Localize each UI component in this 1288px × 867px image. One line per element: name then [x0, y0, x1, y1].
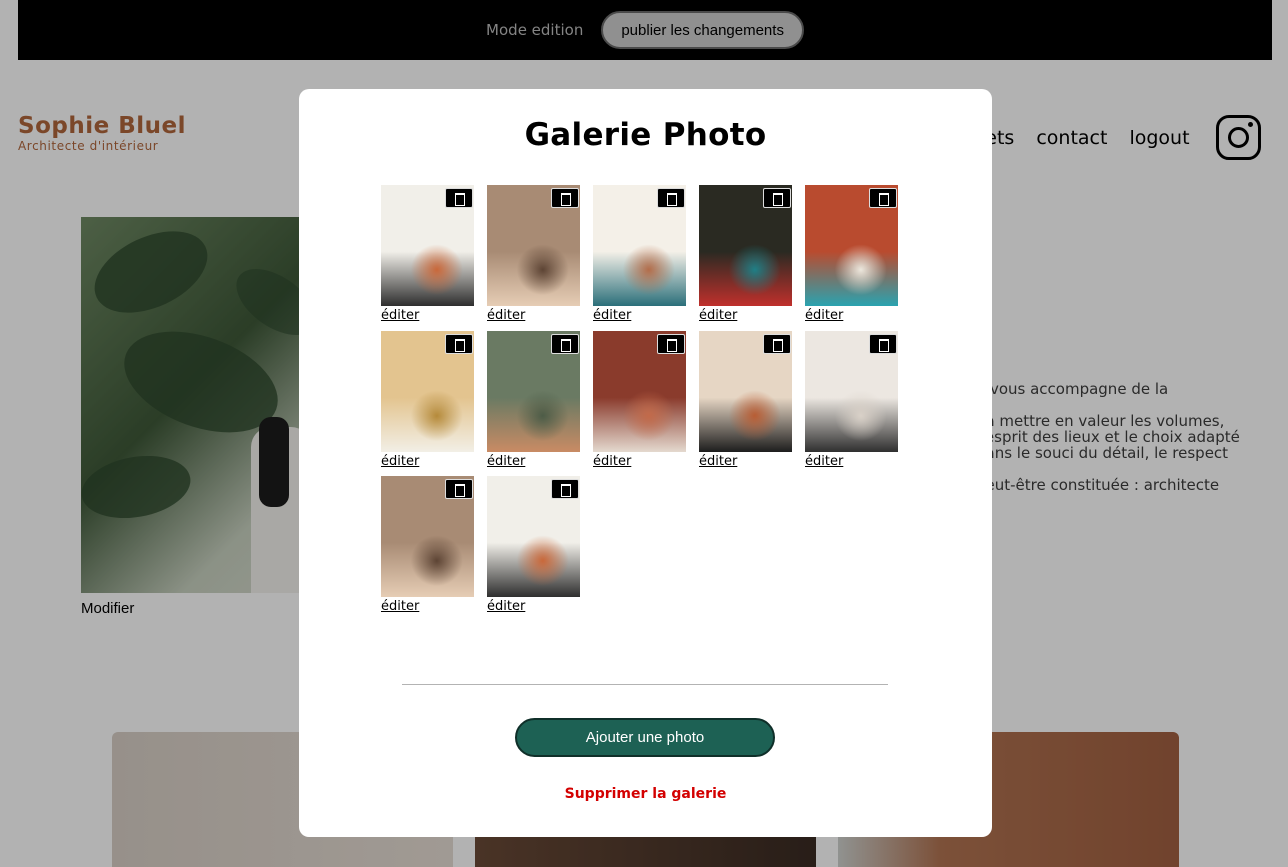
trash-icon[interactable]: [445, 479, 473, 499]
gallery-item: éditer: [381, 185, 474, 323]
gallery-item: éditer: [699, 185, 792, 323]
edit-photo-link[interactable]: éditer: [593, 454, 631, 469]
edit-photo-link[interactable]: éditer: [487, 308, 525, 323]
edit-photo-link[interactable]: éditer: [381, 599, 419, 614]
trash-icon[interactable]: [869, 334, 897, 354]
gallery-item: éditer: [487, 331, 580, 469]
modal-title: Galerie Photo: [524, 117, 767, 153]
edit-photo-link[interactable]: éditer: [699, 308, 737, 323]
delete-gallery-link[interactable]: Supprimer la galerie: [299, 786, 992, 802]
trash-icon[interactable]: [551, 479, 579, 499]
edit-photo-link[interactable]: éditer: [487, 599, 525, 614]
trash-icon[interactable]: [763, 188, 791, 208]
edit-photo-link[interactable]: éditer: [699, 454, 737, 469]
gallery-item: éditer: [805, 185, 898, 323]
trash-icon[interactable]: [445, 188, 473, 208]
trash-icon[interactable]: [551, 188, 579, 208]
trash-icon[interactable]: [445, 334, 473, 354]
trash-icon[interactable]: [657, 188, 685, 208]
edit-photo-link[interactable]: éditer: [487, 454, 525, 469]
trash-icon[interactable]: [763, 334, 791, 354]
edit-photo-link[interactable]: éditer: [381, 308, 419, 323]
gallery-item: éditer: [381, 476, 474, 614]
trash-icon[interactable]: [869, 188, 897, 208]
modal-divider: [402, 684, 888, 685]
add-photo-button[interactable]: Ajouter une photo: [515, 718, 775, 757]
edit-photo-link[interactable]: éditer: [593, 308, 631, 323]
edit-photo-link[interactable]: éditer: [805, 308, 843, 323]
gallery-item: éditer: [487, 476, 580, 614]
trash-icon[interactable]: [657, 334, 685, 354]
photo-gallery-modal: Galerie Photo éditer éditer éditer édite…: [299, 89, 992, 837]
gallery-item: éditer: [487, 185, 580, 323]
gallery-item: éditer: [699, 331, 792, 469]
gallery-item: éditer: [381, 331, 474, 469]
edit-photo-link[interactable]: éditer: [805, 454, 843, 469]
trash-icon[interactable]: [551, 334, 579, 354]
edit-photo-link[interactable]: éditer: [381, 454, 419, 469]
gallery-item: éditer: [593, 331, 686, 469]
gallery-item: éditer: [805, 331, 898, 469]
gallery-item: éditer: [593, 185, 686, 323]
